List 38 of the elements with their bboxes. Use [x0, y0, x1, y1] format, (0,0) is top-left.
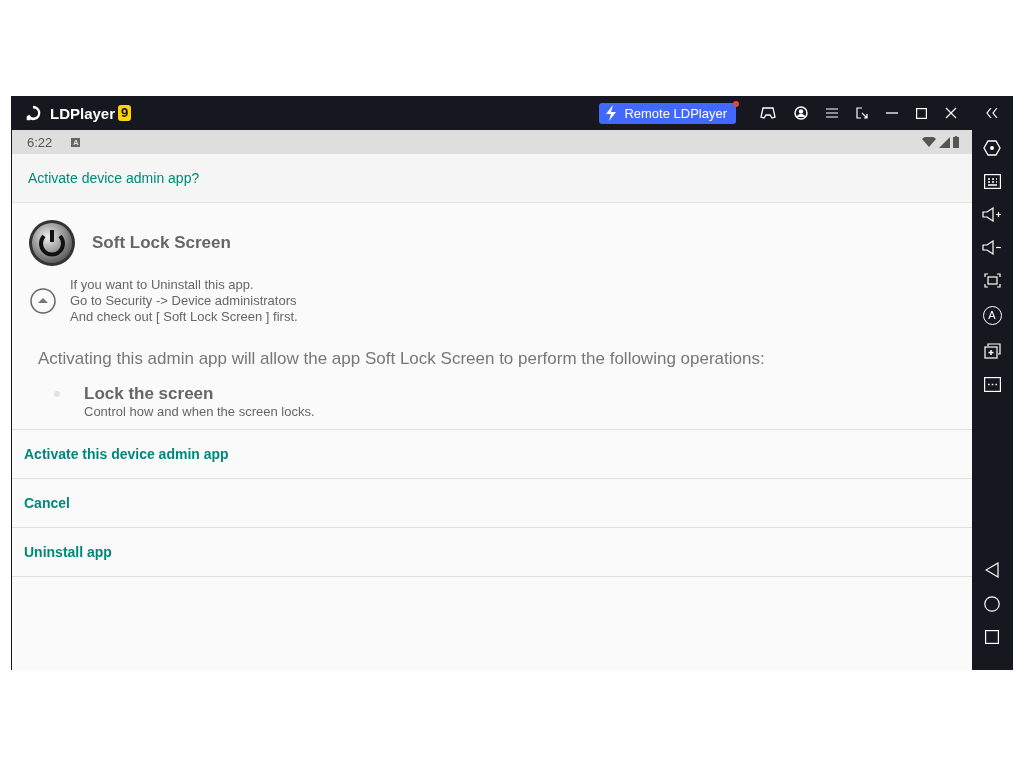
signal-icon	[939, 136, 950, 148]
account-icon[interactable]	[794, 106, 808, 120]
volume-up-icon[interactable]	[982, 207, 1002, 222]
maximize-icon[interactable]	[916, 107, 927, 119]
description-text: Activating this admin app will allow the app Soft Lock Screen to perform the following operations:	[38, 349, 766, 369]
lightning-icon	[604, 105, 619, 121]
bullet-dot	[54, 391, 60, 397]
remote-button[interactable]: Remote LDPlayer	[599, 102, 736, 124]
add-window-icon[interactable]	[983, 343, 1001, 359]
screenshot-icon[interactable]	[983, 273, 1001, 288]
dialog-title: Activate device admin app?	[28, 170, 200, 186]
version-badge: 9	[118, 105, 132, 121]
power-icon	[28, 219, 76, 267]
menu-icon[interactable]	[826, 108, 838, 118]
clock-text: 6:22	[27, 134, 53, 150]
logo-icon	[24, 104, 42, 122]
more-icon[interactable]	[983, 377, 1001, 392]
window-title: LDPlayer	[50, 104, 116, 122]
keyboard-icon[interactable]	[983, 174, 1001, 189]
note-line: Go to Security -> Device administrators	[70, 293, 298, 309]
note-line: If you want to Uninstall this app.	[70, 277, 255, 293]
expand-icon[interactable]	[30, 288, 56, 314]
recents-icon[interactable]	[985, 630, 999, 644]
battery-icon	[953, 136, 959, 148]
resize-icon[interactable]	[856, 107, 868, 119]
app-name: Soft Lock Screen	[92, 233, 231, 253]
collapse-icon[interactable]	[986, 108, 998, 118]
close-icon[interactable]	[945, 107, 957, 119]
volume-down-icon[interactable]	[982, 240, 1002, 255]
note-line: And check out [ Soft Lock Screen ] first.	[70, 309, 298, 325]
back-icon[interactable]	[985, 562, 999, 578]
policy-title: Lock the screen	[84, 384, 215, 404]
policy-summary: Control how and when the screen locks.	[84, 404, 315, 419]
gamepad-icon[interactable]	[760, 106, 776, 120]
notification-badge: A	[71, 137, 81, 147]
hexagon-icon[interactable]	[983, 140, 1001, 156]
home-icon[interactable]	[984, 596, 1000, 612]
wifi-icon	[922, 137, 936, 147]
